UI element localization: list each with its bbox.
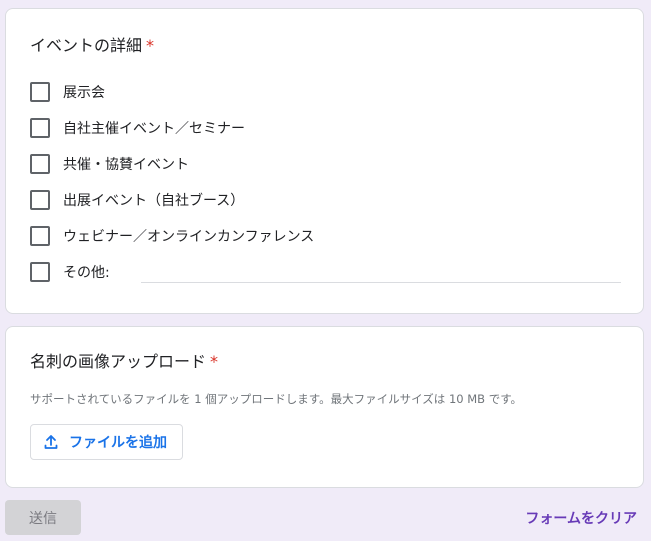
checkbox-co-sponsored[interactable]	[30, 154, 50, 174]
option-co-sponsored[interactable]: 共催・協賛イベント	[30, 152, 189, 176]
upload-title: 名刺の画像アップロード *	[30, 352, 218, 372]
required-mark: *	[146, 36, 155, 55]
option-webinar[interactable]: ウェビナー／オンラインカンファレンス	[30, 224, 314, 248]
business-card-upload-card: 名刺の画像アップロード * サポートされているファイルを 1 個アップロードします…	[5, 326, 644, 488]
other-text-input[interactable]	[141, 282, 621, 283]
option-label-exhibitor-booth: 出展イベント（自社ブース）	[63, 193, 245, 209]
upload-icon	[43, 434, 59, 450]
event-details-title: イベントの詳細 *	[30, 36, 154, 56]
event-details-title-text: イベントの詳細	[30, 36, 143, 55]
option-label-own-event-seminar: 自社主催イベント／セミナー	[63, 121, 245, 137]
clear-form-link[interactable]: フォームをクリア	[525, 508, 637, 528]
add-file-button[interactable]: ファイルを追加	[30, 424, 183, 460]
option-exhibitor-booth[interactable]: 出展イベント（自社ブース）	[30, 188, 244, 212]
submit-button[interactable]: 送信	[5, 500, 81, 535]
checkbox-other[interactable]	[30, 262, 50, 282]
option-label-exhibition: 展示会	[63, 85, 105, 101]
add-file-label: ファイルを追加	[69, 435, 167, 451]
required-mark: *	[210, 352, 219, 371]
option-own-event-seminar[interactable]: 自社主催イベント／セミナー	[30, 116, 245, 140]
option-label-webinar: ウェビナー／オンラインカンファレンス	[63, 229, 315, 245]
event-details-card: イベントの詳細 * 展示会 自社主催イベント／セミナー 共催・協賛イベント 出展イ…	[5, 8, 644, 314]
upload-hint: サポートされているファイルを 1 個アップロードします。最大ファイルサイズは 1…	[30, 392, 523, 406]
checkbox-exhibitor-booth[interactable]	[30, 190, 50, 210]
option-label-other: その他:	[63, 265, 110, 281]
checkbox-webinar[interactable]	[30, 226, 50, 246]
upload-title-text: 名刺の画像アップロード	[30, 352, 207, 371]
checkbox-exhibition[interactable]	[30, 82, 50, 102]
option-label-co-sponsored: 共催・協賛イベント	[63, 157, 189, 173]
option-exhibition[interactable]: 展示会	[30, 80, 105, 104]
checkbox-own-event-seminar[interactable]	[30, 118, 50, 138]
option-other[interactable]: その他:	[30, 260, 110, 284]
